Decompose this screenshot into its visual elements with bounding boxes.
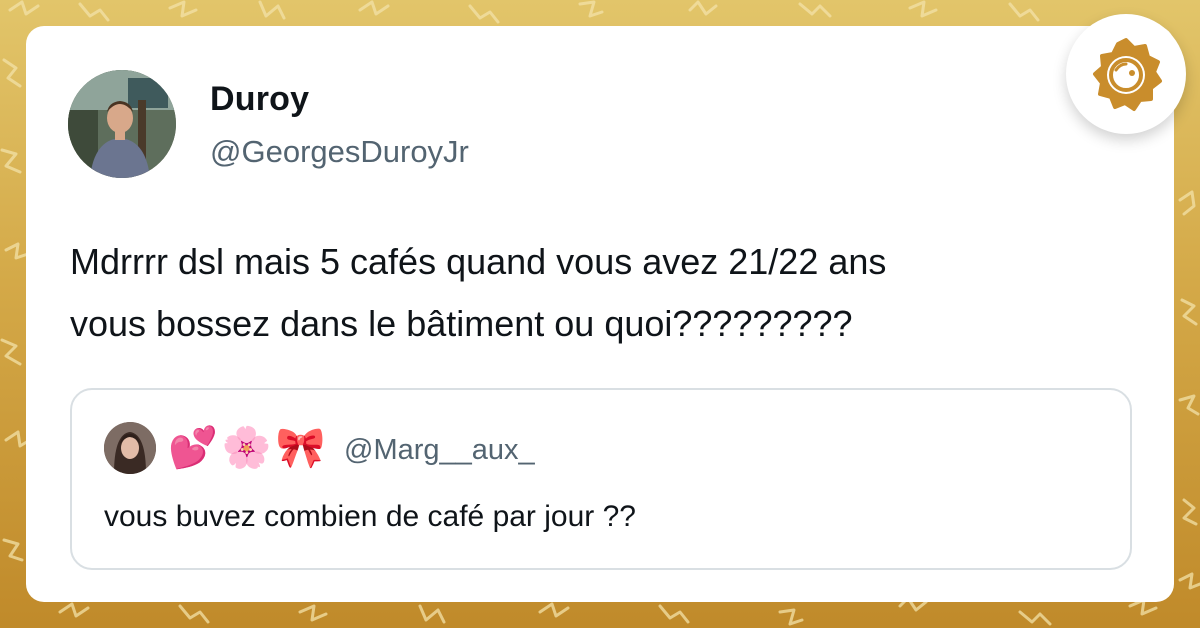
tweet-text-line-2: vous bossez dans le bâtiment ou quoi????… bbox=[70, 303, 853, 344]
cherry-blossom-emoji: 🌸 bbox=[221, 426, 272, 470]
quoted-tweet[interactable]: 💕 🌸 🎀 @Marg__aux_ vous buvez combien de … bbox=[70, 388, 1132, 570]
tweet-card: Duroy @GeorgesDuroyJr Mdrrrr dsl mais 5 … bbox=[26, 26, 1174, 602]
quoted-tweet-text: vous buvez combien de café par jour ?? bbox=[104, 500, 636, 533]
user-handle[interactable]: @GeorgesDuroyJr bbox=[210, 134, 469, 170]
user-avatar-image bbox=[68, 70, 176, 178]
quoted-user-handle[interactable]: @Marg__aux_ bbox=[344, 434, 535, 467]
user-avatar[interactable] bbox=[68, 70, 176, 178]
quoted-user-avatar-image bbox=[104, 422, 156, 474]
display-name[interactable]: Duroy bbox=[210, 80, 309, 119]
sun-face-logo-icon bbox=[1093, 38, 1162, 111]
quoted-user-avatar[interactable] bbox=[104, 422, 156, 474]
tweet-text-line-1: Mdrrrr dsl mais 5 cafés quand vous avez … bbox=[70, 241, 887, 282]
tweet-body: Mdrrrr dsl mais 5 cafés quand vous avez … bbox=[70, 231, 1140, 355]
brand-logo-badge[interactable] bbox=[1066, 14, 1186, 134]
ribbon-emoji: 🎀 bbox=[275, 426, 326, 470]
two-hearts-emoji: 💕 bbox=[168, 426, 218, 470]
quoted-display-name-emojis: 💕 🌸 🎀 bbox=[168, 422, 325, 474]
